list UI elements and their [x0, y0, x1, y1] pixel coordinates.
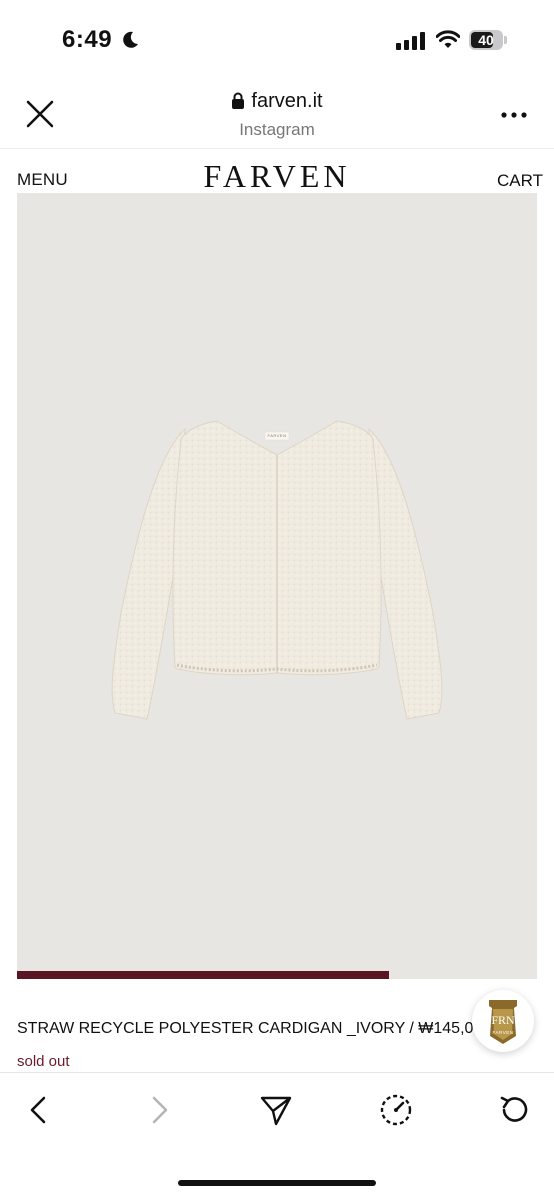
address-bar[interactable]: farven.it [0, 90, 554, 113]
forward-button[interactable] [140, 1092, 176, 1128]
reload-button[interactable] [496, 1092, 532, 1128]
back-button[interactable] [22, 1092, 58, 1128]
product-image[interactable]: FARVEN [17, 193, 537, 979]
moon-icon [123, 31, 138, 48]
svg-text:FRN: FRN [491, 1013, 515, 1027]
home-indicator [178, 1180, 376, 1186]
url-text: farven.it [251, 90, 323, 112]
garment-label: FARVEN [267, 433, 287, 438]
brand-badge-button[interactable]: FRN FARVEN [472, 990, 534, 1052]
gallery-progress-bar [17, 971, 537, 979]
cart-link[interactable]: CART [497, 171, 543, 191]
source-label: Instagram [239, 120, 315, 139]
cardigan-illustration [111, 420, 443, 720]
more-icon[interactable] [500, 110, 528, 120]
battery-level: 40 [478, 32, 494, 48]
product-status: sold out [17, 1053, 70, 1070]
battery-icon: 40 [469, 30, 509, 52]
gallery-progress-fill [17, 971, 389, 979]
site-logo[interactable]: FARVEN [0, 158, 554, 195]
header-divider [0, 148, 554, 149]
wifi-icon [436, 30, 460, 48]
compass-button[interactable] [378, 1092, 414, 1128]
keystone-logo-icon: FRN FARVEN [489, 1000, 517, 1044]
svg-text:FARVEN: FARVEN [493, 1030, 514, 1035]
status-time: 6:49 [62, 26, 113, 53]
signal-icon [396, 32, 425, 50]
lock-icon [232, 92, 245, 109]
share-button[interactable] [258, 1092, 294, 1128]
toolbar-divider [0, 1072, 554, 1073]
product-title: STRAW RECYCLE POLYESTER CARDIGAN _IVORY … [17, 1020, 492, 1037]
